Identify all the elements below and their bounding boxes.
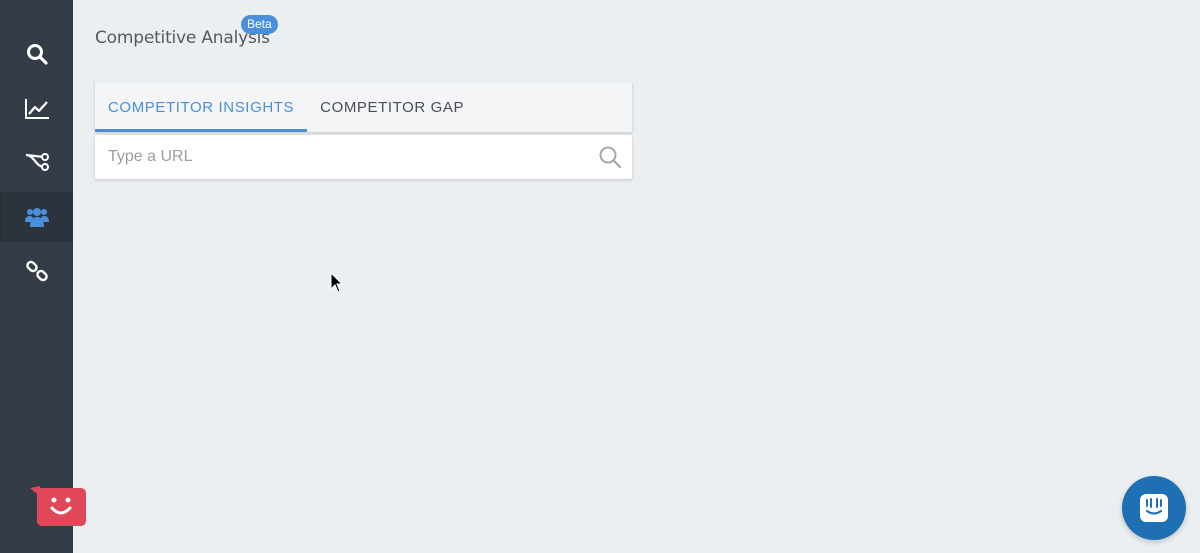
competitor-card: COMPETITOR INSIGHTS COMPETITOR GAP — [95, 82, 632, 179]
line-chart-icon — [24, 99, 49, 119]
sidebar-item-competitors[interactable] — [0, 192, 73, 242]
url-search-box — [95, 135, 632, 179]
sidebar-item-analytics[interactable] — [0, 84, 73, 134]
search-icon — [599, 146, 622, 169]
users-icon — [24, 208, 49, 227]
sidebar-item-connections[interactable] — [0, 137, 73, 187]
tab-competitor-gap[interactable]: COMPETITOR GAP — [307, 82, 477, 132]
sidebar — [0, 0, 86, 553]
chat-icon — [1140, 494, 1168, 522]
search-button[interactable] — [598, 145, 622, 169]
beta-badge: Beta — [241, 15, 278, 34]
url-input[interactable] — [95, 135, 575, 179]
sidebar-item-links[interactable] — [0, 246, 73, 296]
link-icon — [25, 260, 48, 282]
main-content: Competitive Analysis Beta COMPETITOR INS… — [73, 0, 1200, 553]
search-icon — [26, 44, 48, 65]
tab-competitor-insights[interactable]: COMPETITOR INSIGHTS — [95, 82, 308, 132]
mouse-cursor-icon — [330, 272, 344, 293]
connections-icon — [25, 153, 49, 171]
chat-launcher-button[interactable] — [1122, 476, 1186, 540]
sidebar-item-search[interactable] — [0, 29, 73, 79]
tab-bar: COMPETITOR INSIGHTS COMPETITOR GAP — [95, 82, 632, 132]
